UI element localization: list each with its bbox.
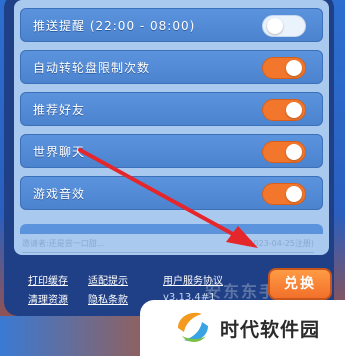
adapt-tip-link[interactable]: 适配提示 bbox=[88, 272, 128, 287]
brand-watermark: 时代软件园 bbox=[140, 300, 345, 356]
brand-logo-icon bbox=[178, 312, 208, 342]
redeem-button[interactable]: 兑换 bbox=[268, 268, 332, 300]
game-sound-toggle[interactable] bbox=[262, 183, 306, 205]
wheel-limit-toggle[interactable] bbox=[262, 57, 306, 79]
setting-row-partial bbox=[20, 224, 323, 234]
toggle-knob bbox=[286, 60, 302, 76]
setting-row-recommend-friends: 推荐好友 bbox=[20, 92, 323, 126]
toggle-knob bbox=[286, 144, 302, 160]
setting-label: 自动转轮盘限制次数 bbox=[33, 61, 151, 75]
recommend-friends-toggle[interactable] bbox=[262, 99, 306, 121]
setting-label: 推荐好友 bbox=[33, 103, 86, 117]
toggle-knob bbox=[286, 102, 302, 118]
push-reminder-toggle[interactable] bbox=[262, 15, 306, 37]
register-date: (2023-04-25注册) bbox=[245, 239, 314, 248]
setting-label: 推送提醒 (22:00 - 08:00) bbox=[33, 19, 196, 33]
print-cache-link[interactable]: 打印缓存 bbox=[28, 272, 68, 287]
setting-row-push-reminder: 推送提醒 (22:00 - 08:00) bbox=[20, 8, 323, 42]
settings-panel: 推送提醒 (22:00 - 08:00) 自动转轮盘限制次数 推荐好友 世界聊天… bbox=[14, 0, 329, 255]
setting-row-wheel-limit: 自动转轮盘限制次数 bbox=[20, 50, 323, 84]
clean-resources-link[interactable]: 清理资源 bbox=[28, 291, 68, 306]
toggle-knob bbox=[286, 186, 302, 202]
setting-label: 游戏音效 bbox=[33, 187, 86, 201]
setting-row-game-sound: 游戏音效 bbox=[20, 176, 323, 210]
inviter-info: 邀请者:还是尝一口甜... (2023-04-25注册) bbox=[22, 236, 314, 253]
setting-row-world-chat: 世界聊天 bbox=[20, 134, 323, 168]
world-chat-toggle[interactable] bbox=[262, 141, 306, 163]
privacy-link[interactable]: 隐私条款 bbox=[88, 291, 128, 306]
toggle-knob bbox=[267, 18, 283, 34]
setting-label: 世界聊天 bbox=[33, 145, 86, 159]
brand-name: 时代软件园 bbox=[220, 319, 321, 341]
inviter-text: 邀请者:还是尝一口甜... bbox=[22, 239, 105, 248]
